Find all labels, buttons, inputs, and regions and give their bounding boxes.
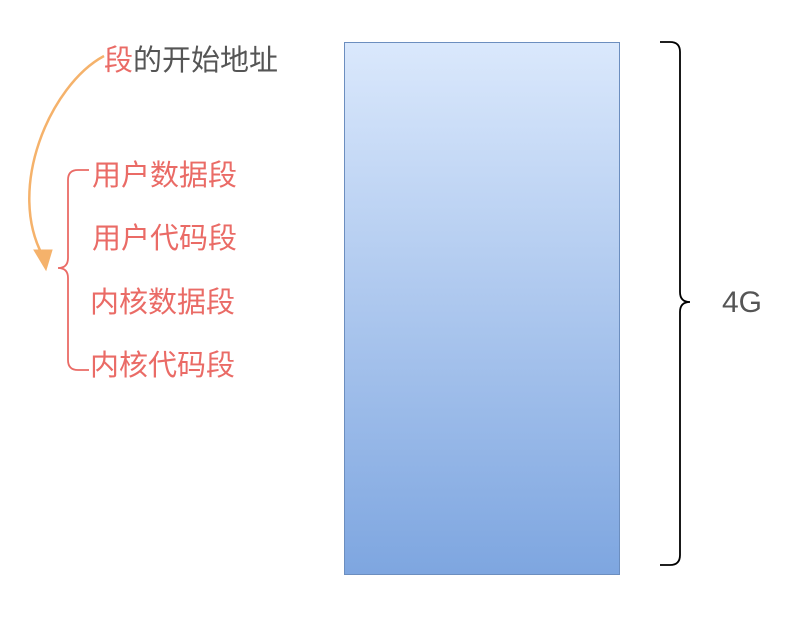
diagram-overlay	[28, 41, 691, 566]
memory-brace	[660, 41, 691, 566]
curved-arrow	[28, 54, 105, 259]
segments-brace	[57, 169, 89, 371]
arrow-head	[33, 249, 53, 272]
